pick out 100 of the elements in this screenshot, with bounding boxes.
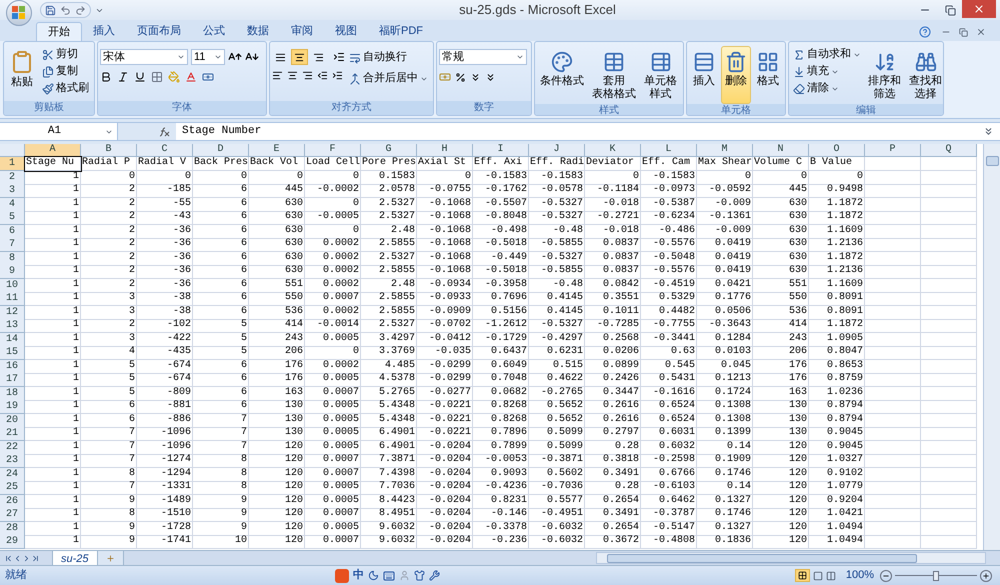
save-icon[interactable]: [45, 4, 56, 16]
ribbon-button[interactable]: 格式刷: [40, 80, 91, 97]
align-center-icon[interactable]: [287, 70, 298, 81]
column-header[interactable]: K: [585, 144, 641, 157]
row-header[interactable]: 25: [0, 481, 25, 495]
row-header[interactable]: 9: [0, 265, 25, 279]
ribbon-button[interactable]: 自动求和: [791, 46, 863, 63]
row-header[interactable]: 28: [0, 522, 25, 536]
ribbon-tab[interactable]: 页面布局: [126, 22, 192, 41]
row-header[interactable]: 14: [0, 332, 25, 346]
page-break-icon[interactable]: [826, 570, 836, 580]
zoom-level[interactable]: 100%: [846, 567, 874, 584]
page-layout-icon[interactable]: [812, 570, 823, 580]
row-header[interactable]: 26: [0, 494, 25, 508]
zoom-in-button[interactable]: [980, 570, 992, 582]
row-header[interactable]: 19: [0, 400, 25, 414]
row-header[interactable]: 11: [0, 292, 25, 306]
decrease-indent-icon[interactable]: [317, 70, 328, 81]
ribbon-tab[interactable]: 数据: [236, 22, 280, 41]
zoom-slider-thumb[interactable]: [933, 570, 939, 580]
ribbon-tab[interactable]: 开始: [36, 22, 82, 41]
ribbon-button[interactable]: 清除: [791, 80, 863, 97]
row-header[interactable]: 4: [0, 198, 25, 212]
ribbon-large-button[interactable]: 单元格 样式: [641, 46, 680, 104]
restore-workbook-icon[interactable]: [959, 28, 968, 37]
previous-sheet-icon[interactable]: [13, 554, 22, 562]
ribbon-tab[interactable]: 公式: [192, 22, 236, 41]
column-header[interactable]: L: [641, 144, 697, 157]
vertical-align-button[interactable]: [291, 49, 308, 65]
restore-icon[interactable]: [945, 4, 956, 16]
next-sheet-icon[interactable]: [22, 554, 31, 562]
row-header[interactable]: 7: [0, 238, 25, 252]
column-header[interactable]: C: [137, 144, 193, 157]
row-header[interactable]: 6: [0, 224, 25, 238]
row-header[interactable]: 17: [0, 373, 25, 387]
row-header[interactable]: 2: [0, 170, 25, 184]
row-header[interactable]: 12: [0, 306, 25, 320]
first-sheet-icon[interactable]: [4, 554, 13, 562]
undo-icon[interactable]: [60, 4, 71, 16]
align-right-icon[interactable]: [302, 70, 313, 81]
column-header[interactable]: P: [865, 144, 921, 157]
font-size-field[interactable]: 11: [191, 49, 225, 65]
ribbon-large-button[interactable]: 套用 表格格式: [589, 46, 639, 104]
ribbon-large-button[interactable]: 排序和 筛选: [865, 46, 904, 104]
close-workbook-icon[interactable]: [976, 27, 986, 37]
row-header[interactable]: 27: [0, 508, 25, 522]
row-header[interactable]: 18: [0, 386, 25, 400]
column-header[interactable]: G: [361, 144, 417, 157]
row-header[interactable]: 8: [0, 252, 25, 266]
number-format-field[interactable]: 常规: [439, 49, 527, 65]
column-header[interactable]: F: [305, 144, 361, 157]
align-left-icon[interactable]: [272, 70, 283, 81]
row-header[interactable]: 10: [0, 278, 25, 292]
increase-indent-icon[interactable]: [332, 70, 343, 81]
ribbon-large-button[interactable]: 查找和 选择: [906, 46, 943, 104]
moon-icon[interactable]: [368, 570, 379, 581]
redo-icon[interactable]: [75, 4, 86, 16]
help-icon[interactable]: [919, 26, 931, 38]
ribbon-button[interactable]: 自动换行: [347, 49, 430, 66]
row-header[interactable]: 13: [0, 319, 25, 333]
ribbon-tab[interactable]: 插入: [82, 22, 126, 41]
bold-icon[interactable]: [100, 71, 112, 83]
row-header[interactable]: 20: [0, 414, 25, 428]
column-header[interactable]: D: [193, 144, 249, 157]
row-header[interactable]: 29: [0, 535, 25, 549]
ribbon-large-button[interactable]: 格式: [753, 46, 783, 104]
row-header[interactable]: 1: [0, 157, 25, 171]
sheet-tab[interactable]: su-25: [52, 550, 98, 566]
ribbon-button[interactable]: 复制: [40, 63, 91, 80]
font-name-field[interactable]: 宋体: [100, 49, 188, 65]
column-header[interactable]: I: [473, 144, 529, 157]
vertical-scrollbar[interactable]: [983, 144, 1000, 550]
column-header[interactable]: J: [529, 144, 585, 157]
ime-mode-indicator[interactable]: 中: [353, 567, 364, 584]
column-header[interactable]: E: [249, 144, 305, 157]
percent-icon[interactable]: [455, 72, 466, 82]
borders-icon[interactable]: [151, 71, 163, 83]
shirt-icon[interactable]: [414, 570, 425, 581]
ribbon-tab[interactable]: 视图: [324, 22, 368, 41]
column-header[interactable]: M: [697, 144, 753, 157]
normal-view-button[interactable]: [794, 569, 810, 582]
zoom-out-button[interactable]: [880, 570, 892, 582]
ribbon-tab[interactable]: 福昕PDF: [368, 22, 434, 41]
row-header[interactable]: 24: [0, 468, 25, 482]
italic-icon[interactable]: [117, 71, 129, 83]
formula-field[interactable]: Stage Number: [176, 123, 983, 140]
row-header[interactable]: 15: [0, 346, 25, 360]
close-button[interactable]: [962, 0, 996, 18]
ribbon-large-button[interactable]: 删除: [721, 46, 751, 104]
horizontal-scrollbar[interactable]: [596, 552, 986, 564]
keyboard-icon[interactable]: [383, 570, 395, 582]
ribbon-button[interactable]: 合并后居中: [347, 70, 430, 87]
ribbon-large-button[interactable]: 插入: [689, 46, 719, 104]
row-header[interactable]: 22: [0, 440, 25, 454]
row-header[interactable]: 21: [0, 427, 25, 441]
row-header[interactable]: 23: [0, 454, 25, 468]
column-header[interactable]: O: [809, 144, 865, 157]
column-header[interactable]: H: [417, 144, 473, 157]
orientation-icon[interactable]: [333, 51, 345, 63]
wrench-icon[interactable]: [429, 570, 440, 581]
